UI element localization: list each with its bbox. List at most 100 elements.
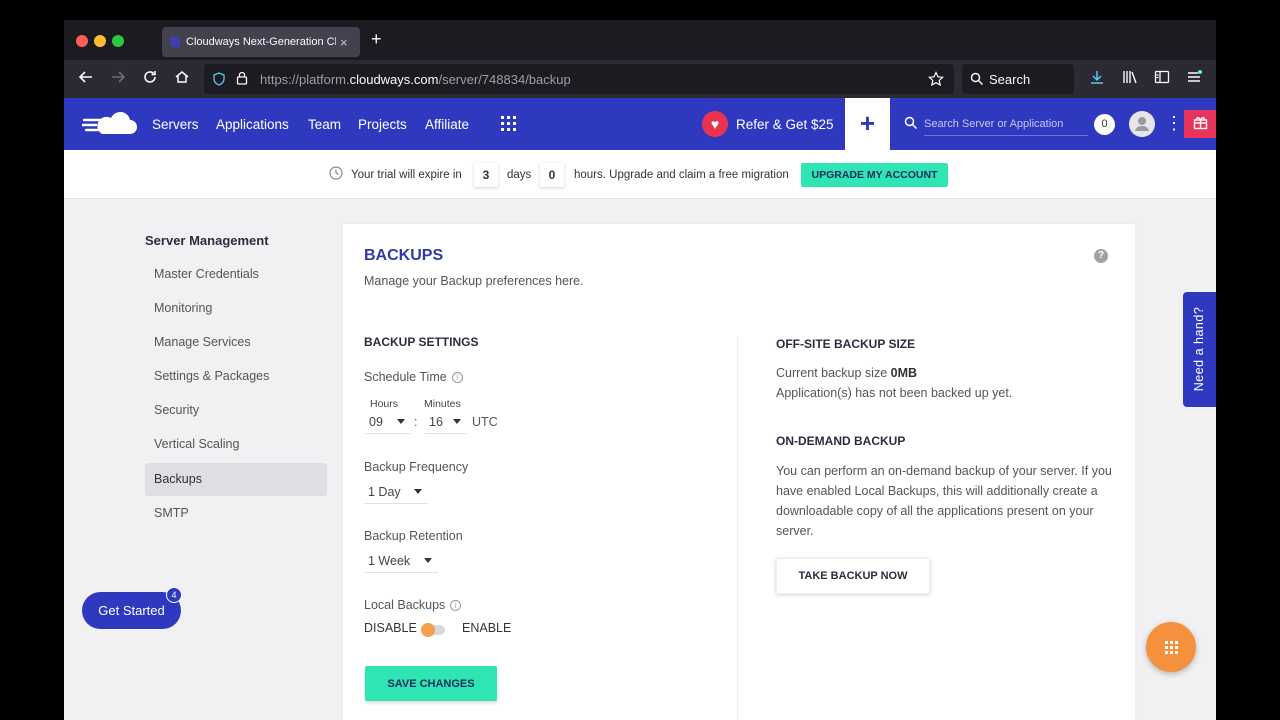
browser-window: Cloudways Next-Generation Clo × + https:… bbox=[64, 20, 1216, 720]
info-icon[interactable]: i bbox=[450, 600, 462, 611]
minimize-window-button[interactable] bbox=[94, 35, 106, 47]
backups-card: BACKUPS Manage your Backup preferences h… bbox=[343, 224, 1135, 720]
schedule-time-label: Schedule Time i bbox=[364, 370, 463, 384]
trial-banner: Your trial will expire in 3 days 0 hours… bbox=[64, 150, 1216, 199]
backup-retention-label: Backup Retention bbox=[364, 529, 463, 543]
grid-icon bbox=[1165, 641, 1178, 654]
sidebar-toggle-icon[interactable] bbox=[1154, 69, 1170, 91]
current-backup-size: Current backup size 0MB bbox=[776, 366, 918, 380]
chevron-down-icon bbox=[453, 419, 461, 424]
browser-tab[interactable]: Cloudways Next-Generation Clo × bbox=[162, 27, 360, 57]
backup-frequency-label: Backup Frequency bbox=[364, 460, 469, 474]
trial-suffix-text: hours. Upgrade and claim a free migratio… bbox=[574, 169, 789, 181]
refer-link[interactable]: Refer & Get $25 bbox=[736, 117, 834, 132]
save-changes-button[interactable]: SAVE CHANGES bbox=[365, 666, 497, 701]
minutes-label: Minutes bbox=[424, 398, 461, 410]
downloads-icon[interactable] bbox=[1089, 69, 1105, 91]
notification-count-badge[interactable]: 0 bbox=[1094, 114, 1115, 135]
back-arrow-icon[interactable] bbox=[78, 69, 94, 91]
add-button[interactable]: + bbox=[845, 98, 890, 150]
app-header: Servers Applications Team Projects Affil… bbox=[64, 98, 1216, 150]
menu-applications[interactable]: Applications bbox=[216, 117, 289, 132]
tab-title: Cloudways Next-Generation Clo bbox=[186, 36, 336, 48]
need-a-hand-tab[interactable]: Need a hand? bbox=[1183, 292, 1216, 407]
menu-team[interactable]: Team bbox=[308, 117, 341, 132]
local-backups-toggle[interactable] bbox=[421, 623, 445, 637]
get-started-count-badge: 4 bbox=[166, 587, 182, 603]
need-a-hand-label: Need a hand? bbox=[1192, 306, 1206, 392]
gift-icon[interactable] bbox=[1184, 110, 1216, 138]
browser-nav-bar: https://platform.cloudways.com/server/74… bbox=[64, 60, 1216, 98]
url-text: https://platform.cloudways.com/server/74… bbox=[260, 72, 571, 87]
chevron-down-icon bbox=[397, 419, 405, 424]
sidebar-item-master-credentials[interactable]: Master Credentials bbox=[145, 258, 327, 291]
clock-icon bbox=[329, 166, 343, 180]
search-icon bbox=[904, 116, 918, 130]
forward-arrow-icon[interactable] bbox=[110, 69, 126, 91]
menu-affiliate[interactable]: Affiliate bbox=[425, 117, 469, 132]
sidebar-item-backups[interactable]: Backups bbox=[145, 463, 327, 496]
more-options-icon[interactable]: ⋮ bbox=[1165, 113, 1183, 134]
on-demand-backup-heading: ON-DEMAND BACKUP bbox=[776, 434, 906, 448]
time-separator: : bbox=[414, 415, 418, 429]
browser-search-label: Search bbox=[989, 72, 1031, 87]
sidebar-item-monitoring[interactable]: Monitoring bbox=[145, 292, 327, 325]
cloudways-favicon-icon bbox=[170, 37, 180, 47]
browser-search-box[interactable]: Search bbox=[962, 64, 1074, 94]
enable-label: ENABLE bbox=[462, 621, 512, 635]
hours-label: Hours bbox=[370, 398, 399, 410]
page-subtitle: Manage your Backup preferences here. bbox=[364, 274, 584, 288]
menu-projects[interactable]: Projects bbox=[358, 117, 407, 132]
apps-grid-icon[interactable] bbox=[501, 116, 516, 131]
reload-icon[interactable] bbox=[142, 69, 158, 91]
trial-hours-count: 0 bbox=[540, 163, 564, 187]
close-window-button[interactable] bbox=[76, 35, 88, 47]
address-bar[interactable]: https://platform.cloudways.com/server/74… bbox=[204, 64, 954, 94]
local-backups-label: Local Backups i bbox=[364, 598, 462, 612]
user-icon bbox=[1135, 117, 1149, 131]
search-icon bbox=[970, 72, 983, 85]
maximize-window-button[interactable] bbox=[112, 35, 124, 47]
sidebar-item-smtp[interactable]: SMTP bbox=[145, 497, 327, 530]
offsite-backup-size-heading: OFF-SITE BACKUP SIZE bbox=[776, 337, 916, 351]
library-icon[interactable] bbox=[1122, 69, 1138, 91]
not-backed-up-text: Application(s) has not been backed up ye… bbox=[776, 386, 1013, 400]
server-search-input[interactable] bbox=[924, 112, 1088, 136]
take-backup-now-button[interactable]: TAKE BACKUP NOW bbox=[776, 558, 930, 594]
app-menu-icon[interactable] bbox=[1186, 69, 1202, 91]
backup-settings-heading: BACKUP SETTINGS bbox=[364, 335, 479, 349]
tab-close-icon[interactable]: × bbox=[340, 35, 348, 50]
avatar[interactable] bbox=[1129, 111, 1155, 137]
upgrade-account-button[interactable]: UPGRADE MY ACCOUNT bbox=[801, 163, 948, 187]
menu-servers[interactable]: Servers bbox=[152, 117, 199, 132]
bookmark-star-icon[interactable] bbox=[928, 71, 944, 92]
new-tab-button[interactable]: + bbox=[371, 29, 382, 50]
sidebar-item-settings-packages[interactable]: Settings & Packages bbox=[145, 360, 327, 393]
backup-retention-select[interactable]: 1 Week bbox=[364, 549, 438, 573]
backup-frequency-select[interactable]: 1 Day bbox=[364, 480, 428, 504]
trial-days-count: 3 bbox=[474, 163, 498, 187]
minutes-select[interactable]: 16 bbox=[425, 410, 467, 434]
cloudways-logo-icon[interactable] bbox=[82, 110, 138, 138]
chevron-down-icon bbox=[414, 489, 422, 494]
lock-icon[interactable] bbox=[236, 71, 248, 90]
hours-select[interactable]: 09 bbox=[365, 410, 411, 434]
browser-tab-bar: Cloudways Next-Generation Clo × + bbox=[64, 20, 1216, 60]
shield-icon[interactable] bbox=[212, 72, 226, 91]
sidebar-item-vertical-scaling[interactable]: Vertical Scaling bbox=[145, 428, 327, 461]
sidebar-item-manage-services[interactable]: Manage Services bbox=[145, 326, 327, 359]
help-icon[interactable]: ? bbox=[1094, 249, 1108, 263]
info-icon[interactable]: i bbox=[451, 372, 463, 383]
toggle-knob bbox=[421, 623, 435, 637]
trial-prefix-text: Your trial will expire in bbox=[351, 169, 462, 181]
column-divider bbox=[737, 336, 738, 720]
page-title: BACKUPS bbox=[364, 247, 444, 264]
on-demand-description: You can perform an on-demand backup of y… bbox=[776, 464, 1112, 538]
floating-apps-button[interactable] bbox=[1146, 622, 1196, 672]
disable-label: DISABLE bbox=[364, 621, 417, 635]
sidebar-item-security[interactable]: Security bbox=[145, 394, 327, 427]
trial-days-label: days bbox=[507, 169, 532, 181]
home-icon[interactable] bbox=[174, 69, 190, 91]
heart-icon[interactable]: ♥ bbox=[702, 111, 728, 137]
chevron-down-icon bbox=[424, 558, 432, 563]
